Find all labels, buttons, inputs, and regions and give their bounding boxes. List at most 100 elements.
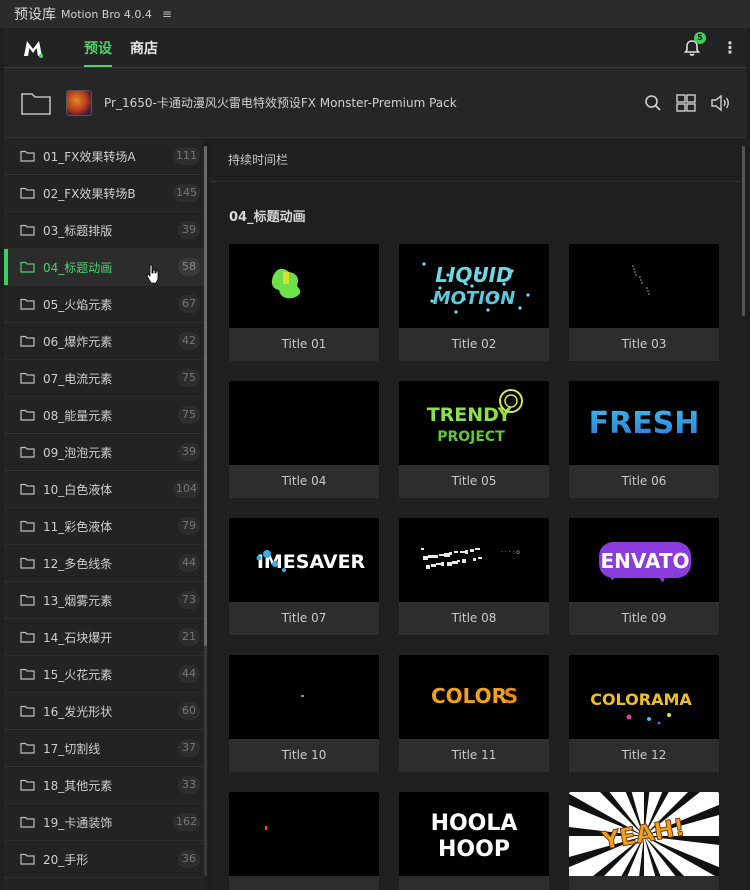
sidebar-category-item[interactable]: 06_爆炸元素 42 (4, 323, 204, 360)
sidebar-category-item[interactable]: 11_彩色液体 79 (4, 508, 204, 545)
notifications-button[interactable]: 5 (682, 31, 706, 58)
sidebar-category-item[interactable]: 20_手形 36 (4, 841, 204, 878)
sidebar-category-item[interactable]: 13_烟雾元素 73 (4, 582, 204, 619)
category-label: 10_白色液体 (43, 482, 113, 497)
preset-thumbnail-art (301, 695, 304, 697)
preset-thumbnail-art: IMESAVER (256, 550, 366, 573)
preset-thumbnail[interactable]: · · · · o (399, 518, 549, 602)
tab-presets[interactable]: 预设 (84, 28, 112, 68)
tab-store[interactable]: 商店 (130, 28, 158, 68)
category-count-badge: 39 (178, 221, 200, 239)
volume-icon[interactable] (710, 94, 732, 112)
preset-card[interactable]: IMESAVER Title 07 (229, 518, 379, 635)
sidebar-category-item[interactable]: 02_FX效果转场B 145 (4, 175, 204, 212)
sidebar-category-item[interactable]: 09_泡泡元素 39 (4, 434, 204, 471)
preset-thumbnail[interactable]: LIQUID MOTION (399, 244, 549, 328)
category-count-badge: 67 (178, 295, 200, 313)
sidebar-category-item[interactable]: 05_火焰元素 67 (4, 286, 204, 323)
svg-text:· · · · o: · · · · o (501, 549, 520, 556)
preset-card[interactable]: LIQUID MOTION Title 02 (399, 244, 549, 361)
hamburger-menu-icon[interactable]: ≡ (162, 7, 172, 21)
preset-thumbnail-art: COLORAMA (590, 690, 692, 725)
preset-label: Title 07 (281, 611, 327, 625)
preset-thumbnail-art: YEAH! (569, 792, 719, 876)
preset-thumbnail[interactable]: COLORAMA (569, 655, 719, 739)
preset-card[interactable]: HOOLA HOOP (399, 792, 549, 890)
preset-card[interactable]: Title 01 (229, 244, 379, 361)
search-icon[interactable] (644, 94, 662, 112)
preset-thumbnail[interactable] (229, 655, 379, 739)
folder-open-icon[interactable] (20, 90, 52, 116)
grid-view-icon[interactable] (676, 93, 696, 112)
preset-thumbnail[interactable] (569, 244, 719, 328)
preset-thumbnail[interactable]: YEAH! (569, 792, 719, 876)
svg-text:PROJECT: PROJECT (437, 429, 505, 445)
sidebar-category-item[interactable]: 19_卡通装饰 162 (4, 804, 204, 841)
folder-icon (20, 483, 35, 495)
sidebar-category-item[interactable]: 03_标题排版 39 (4, 212, 204, 249)
preset-label: Title 05 (451, 474, 497, 488)
category-label: 20_手形 (43, 852, 89, 867)
category-label: 05_火焰元素 (43, 297, 113, 312)
preset-card[interactable]: YEAH! (569, 792, 719, 890)
sidebar-category-item[interactable]: 18_其他元素 33 (4, 767, 204, 804)
preset-thumbnail[interactable]: FRESH (569, 381, 719, 465)
category-label: 14_石块爆开 (43, 630, 113, 645)
preset-thumbnail[interactable] (229, 381, 379, 465)
preset-thumbnail-art: FRESH (589, 406, 700, 441)
preset-card[interactable]: · · · · o Title 08 (399, 518, 549, 635)
mouse-pointer-icon (146, 264, 159, 284)
sidebar-category-item[interactable]: 16_发光形状 60 (4, 693, 204, 730)
preset-card[interactable]: TRENDY PROJECT Title 05 (399, 381, 549, 498)
category-count-badge: 36 (178, 850, 200, 868)
category-label: 01_FX效果转场A (43, 149, 136, 164)
sidebar-category-item[interactable]: 14_石块爆开 21 (4, 619, 204, 656)
preset-label: Title 10 (281, 748, 327, 762)
sidebar-category-item[interactable]: 15_火花元素 44 (4, 656, 204, 693)
preset-card[interactable] (229, 792, 379, 890)
preset-card[interactable]: Title 04 (229, 381, 379, 498)
svg-text:FRESH: FRESH (589, 406, 700, 441)
more-options-icon[interactable]: ⋮ (722, 38, 738, 57)
sidebar-category-item[interactable]: 08_能量元素 75 (4, 397, 204, 434)
preset-thumbnail[interactable]: IMESAVER (229, 518, 379, 602)
sidebar-category-item[interactable]: 10_白色液体 104 (4, 471, 204, 508)
notification-count-badge: 5 (694, 31, 706, 44)
category-label: 19_卡通装饰 (43, 815, 113, 830)
sidebar-scrollbar[interactable] (204, 146, 207, 876)
category-label: 04_标题动画 (43, 260, 113, 275)
category-count-badge: 44 (178, 554, 200, 572)
category-count-badge: 104 (173, 480, 200, 498)
sidebar-scrollbar-thumb[interactable] (204, 146, 207, 646)
sidebar-category-item[interactable]: 07_电流元素 75 (4, 360, 204, 397)
category-count-badge: 79 (178, 517, 200, 535)
preset-card[interactable]: COLORAMA Title 12 (569, 655, 719, 772)
sidebar-category-item[interactable]: 17_切割线 37 (4, 730, 204, 767)
preset-thumbnail-art: LIQUIDMOTION (422, 262, 530, 314)
preset-thumbnail[interactable]: TRENDY PROJECT (399, 381, 549, 465)
preset-card[interactable]: Title 10 (229, 655, 379, 772)
category-count-badge: 33 (178, 776, 200, 794)
pack-bar: Pr_1650-卡通动漫风火雷电特效预设FX Monster-Premium P… (4, 68, 746, 138)
preset-card[interactable]: Title 03 (569, 244, 719, 361)
sidebar-category-item[interactable]: 12_多色线条 44 (4, 545, 204, 582)
category-count-badge: 162 (173, 813, 200, 831)
preset-thumbnail[interactable] (229, 244, 379, 328)
preset-thumbnail[interactable]: HOOLA HOOP (399, 792, 549, 876)
preset-thumbnail-art: HOOLAHOOP (431, 811, 518, 862)
preset-label: Title 04 (281, 474, 327, 488)
preset-thumbnail[interactable]: ENVATO (569, 518, 719, 602)
category-count-badge: 60 (178, 702, 200, 720)
preset-card[interactable]: FRESH Title 06 (569, 381, 719, 498)
preset-card[interactable]: COLOR S Title 11 (399, 655, 549, 772)
preset-thumbnail[interactable]: COLOR S (399, 655, 549, 739)
main-scrollbar-thumb[interactable] (742, 146, 745, 316)
preset-thumbnail[interactable] (229, 792, 379, 876)
preset-label: Title 02 (451, 337, 497, 351)
pack-thumbnail (66, 89, 92, 116)
preset-card[interactable]: ENVATO Title 09 (569, 518, 719, 635)
svg-text:COLOR: COLOR (431, 684, 507, 708)
sidebar-category-item[interactable]: 01_FX效果转场A 111 (4, 138, 204, 175)
category-count-badge: 75 (178, 369, 200, 387)
sidebar-category-item[interactable]: 04_标题动画 58 (4, 249, 204, 286)
